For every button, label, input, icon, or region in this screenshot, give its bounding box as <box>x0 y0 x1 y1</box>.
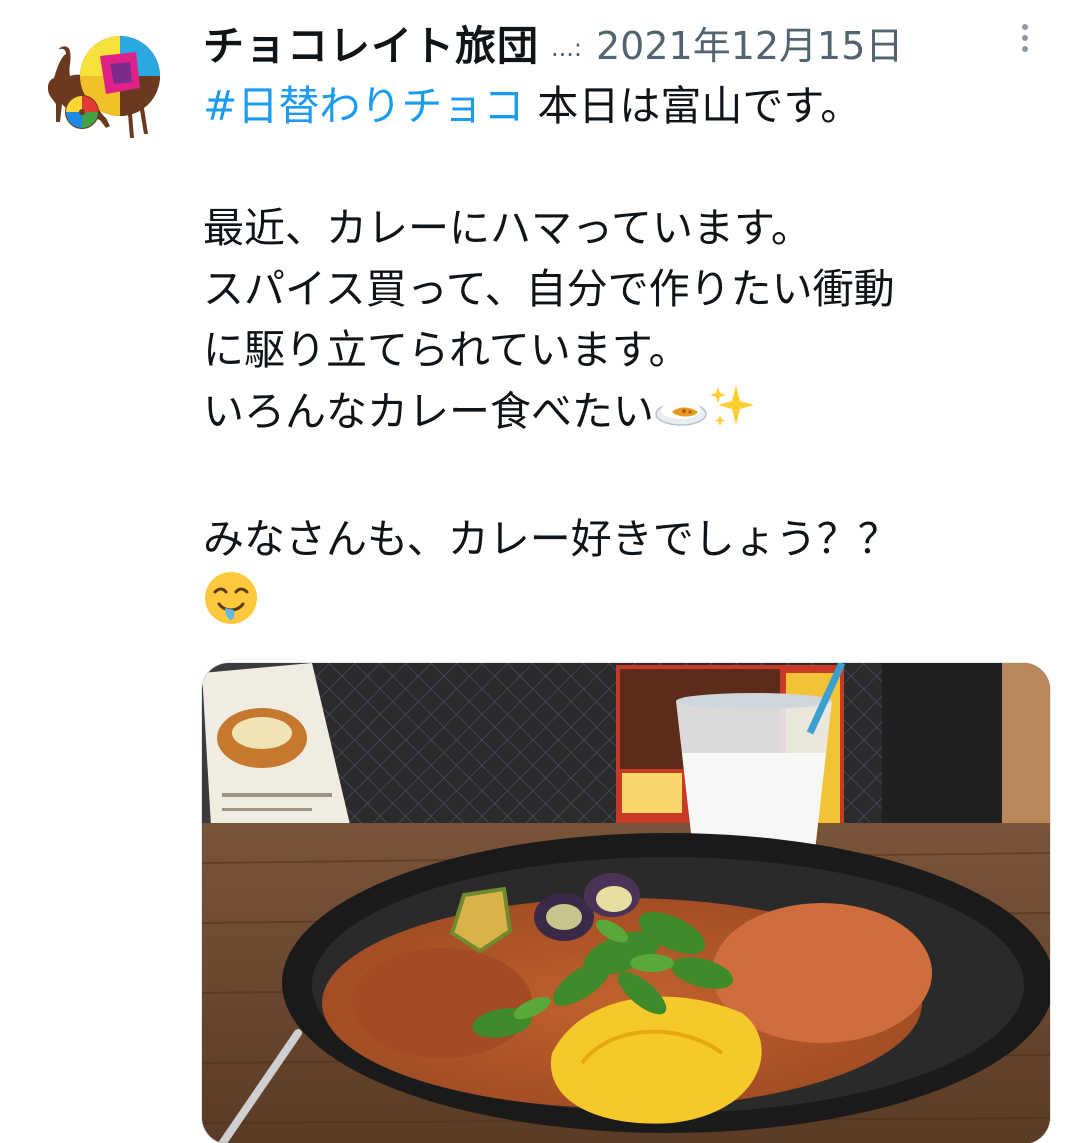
curry-photo-image <box>202 663 1050 1143</box>
display-name[interactable]: チョコレイト旅団 <box>203 12 539 72</box>
hashtag-link[interactable]: #日替わりチョコ <box>203 82 524 130</box>
tweet-line-3: スパイス買って、自分で作りたい衝動 <box>203 265 895 313</box>
sparkles-emoji-icon <box>708 381 758 448</box>
tweet-line-2: 最近、カレーにハマっています。 <box>203 204 812 252</box>
tweet-line-1: #日替わりチョコ 本日は富山です。 <box>203 76 1063 137</box>
tweet-line-1-text: 本日は富山です。 <box>524 82 862 130</box>
tweet-header: チョコレイト旅団 ...: 2021年12月15日 <box>203 14 903 70</box>
tweet-line-6: みなさんも、カレー好きでしょう？？ <box>203 515 899 563</box>
tweet-line-5: いろんなカレー食べたい <box>203 381 1063 448</box>
tweet[interactable]: チョコレイト旅団 ...: 2021年12月15日 #日替わりチョコ 本日は富山… <box>0 0 1080 1143</box>
tweet-line-4: に駆り立てられています。 <box>203 326 690 374</box>
tweet-date[interactable]: 2021年12月15日 <box>596 15 903 70</box>
name-ellipsis: ...: <box>551 34 582 62</box>
drooling-face-emoji-icon <box>203 570 259 643</box>
more-options-icon[interactable] <box>1018 24 1032 58</box>
tweet-text: #日替わりチョコ 本日は富山です。 最近、カレーにハマっています。 スパイス買っ… <box>203 76 1063 643</box>
curry-rice-emoji-icon <box>654 384 708 445</box>
tweet-line-7 <box>203 570 1063 643</box>
attached-photo[interactable] <box>201 662 1051 1143</box>
tweet-line-5-text: いろんなカレー食べたい <box>203 387 654 436</box>
avatar[interactable] <box>36 34 166 142</box>
camel-logo-icon <box>47 36 160 138</box>
